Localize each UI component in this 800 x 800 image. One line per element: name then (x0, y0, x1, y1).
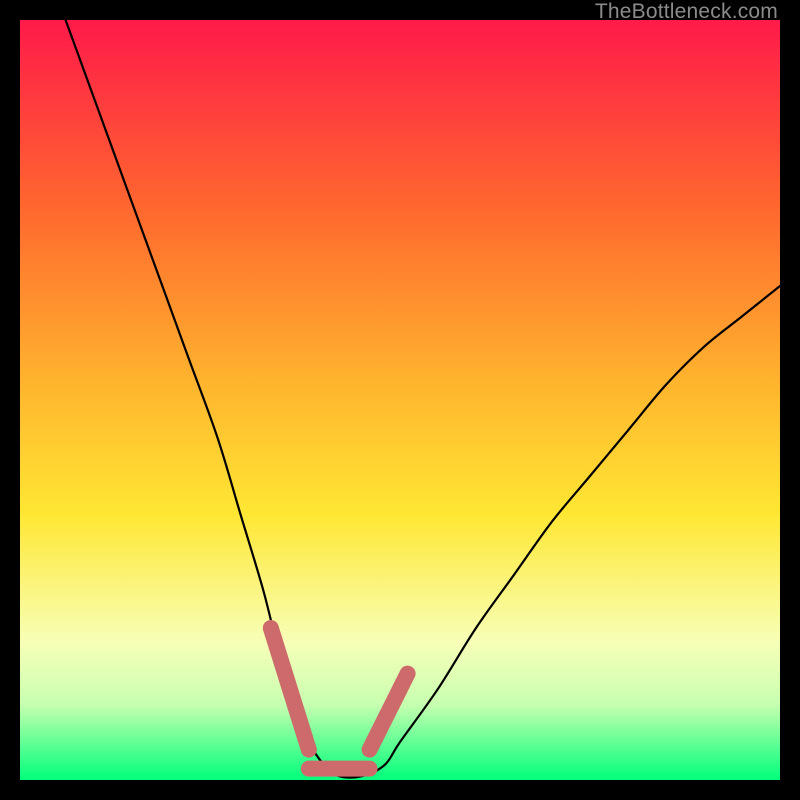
gradient-background (20, 20, 780, 780)
chart-frame (20, 20, 780, 780)
bottleneck-chart (20, 20, 780, 780)
